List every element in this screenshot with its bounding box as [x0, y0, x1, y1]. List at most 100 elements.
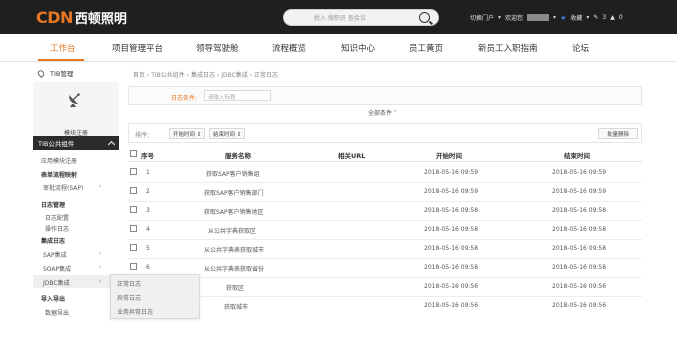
- top-header: CDN 西顿照明 姓入 搜职员 查会议 切换门户 ▾ 欢迎您 ▾ ★ 收藏 ▾ …: [0, 0, 677, 34]
- cell-start: 2018-05-16 09:56: [424, 302, 479, 309]
- cell-service-name: 获取城市: [224, 304, 249, 311]
- sort-start-time-button[interactable]: 开始时间 ⇕: [169, 128, 206, 139]
- col-end-time: 结束时间: [564, 152, 590, 160]
- table-row[interactable]: 1 获取SAP客户销售组 2018-05-16 09:59 2018-05-16…: [128, 164, 642, 183]
- batch-delete-button[interactable]: 批量删除: [598, 128, 638, 139]
- company-logo[interactable]: CDN 西顿照明: [36, 7, 127, 27]
- nav-directory[interactable]: 员工黄页: [409, 42, 443, 54]
- sidebar-item-op-log[interactable]: 操作日志: [45, 224, 69, 233]
- nav-forum[interactable]: 论坛: [572, 42, 589, 54]
- table-row[interactable]: 4 从公共字典获取区 2018-05-16 09:58 2018-05-16 0…: [128, 221, 642, 240]
- cell-no: 5: [146, 245, 150, 252]
- sort-end-time-button[interactable]: 结束时间 ⇕: [209, 128, 246, 139]
- breadcrumb[interactable]: 首页 › TIB公共组件 › 集成日志 › JDBC集成 › 正常日志: [133, 70, 278, 79]
- chevron-down-icon: ▾: [586, 14, 590, 21]
- main-nav: 工作台 项目管理平台 领导驾驶舱 流程概览 知识中心 员工黄页 新员工入职指南 …: [0, 34, 677, 62]
- all-conditions-toggle[interactable]: 全部条件 ˅: [368, 108, 397, 117]
- edit-count: 3: [602, 14, 607, 21]
- nav-process-overview[interactable]: 流程概览: [272, 42, 306, 54]
- logo-letters: CDN: [36, 7, 73, 27]
- welcome-text: 欢迎您: [505, 15, 524, 22]
- cell-end: 2018-05-16 09:58: [552, 264, 607, 271]
- col-start-time: 开始时间: [436, 152, 462, 160]
- chevron-right-icon: ›: [99, 278, 102, 285]
- filter-title-input[interactable]: 请输入标题: [204, 90, 271, 101]
- portal-switch[interactable]: 切换门户: [470, 13, 494, 22]
- nav-leader-cockpit[interactable]: 领导驾驶舱: [196, 42, 239, 54]
- cell-end: 2018-05-16 09:58: [552, 245, 607, 252]
- nav-onboarding[interactable]: 新员工入职指南: [478, 42, 538, 54]
- bell-icon[interactable]: ▲: [610, 14, 615, 21]
- search-placeholder: 姓入 搜职员 查会议: [314, 15, 366, 22]
- satellite-dish-icon: [69, 93, 80, 107]
- cell-service-name: 获取SAP客户销售地区: [204, 209, 264, 216]
- table-row[interactable]: 2 获取SAP客户销售部门 2018-05-16 09:59 2018-05-1…: [128, 183, 642, 202]
- group-label: TIB公共组件: [38, 140, 75, 148]
- sidebar-item-app-register[interactable]: 应用模块注册: [41, 156, 77, 165]
- table-row[interactable]: 3 获取SAP客户销售地区 2018-05-16 09:58 2018-05-1…: [128, 202, 642, 221]
- row-checkbox[interactable]: [130, 168, 137, 175]
- module-register-tile[interactable]: 模块注册: [33, 82, 119, 144]
- sidebar-item-sap-integration[interactable]: SAP集成 ›: [43, 250, 101, 259]
- nav-workbench[interactable]: 工作台: [50, 42, 76, 54]
- table-header: 序号 服务名称 相关URL 开始时间 结束时间: [128, 147, 642, 162]
- search-input[interactable]: 姓入 搜职员 查会议: [283, 9, 439, 26]
- cell-no: 6: [146, 264, 150, 271]
- nav-project-platform[interactable]: 项目管理平台: [112, 42, 163, 54]
- favorites-menu[interactable]: 收藏: [570, 13, 582, 22]
- cell-end: 2018-05-16 09:58: [552, 207, 607, 214]
- logo-text: 西顿照明: [74, 11, 127, 27]
- sidebar-group-tib-components[interactable]: TIB公共组件: [33, 136, 119, 150]
- col-service-name: 服务名称: [225, 152, 251, 160]
- table-row[interactable]: 获取城市 2018-05-16 09:56 2018-05-16 09:56: [128, 297, 642, 316]
- cell-start: 2018-05-16 09:58: [424, 264, 479, 271]
- sidebar-section-log-mgmt: 日志管理: [41, 202, 66, 209]
- cell-start: 2018-05-16 09:58: [424, 207, 479, 214]
- sidebar-item-jdbc-integration[interactable]: JDBC集成 ›: [43, 278, 101, 287]
- cell-start: 2018-05-16 09:56: [424, 283, 479, 290]
- table-row[interactable]: 5 从公共字典表获取城市 2018-05-16 09:58 2018-05-16…: [128, 240, 642, 259]
- edit-icon[interactable]: ✎: [593, 14, 598, 21]
- sidebar-section-form-mapping: 表单流程映射: [41, 172, 78, 179]
- select-all-checkbox[interactable]: [130, 150, 137, 157]
- filter-label: 日志条件:: [171, 95, 198, 102]
- sidebar: TIB管理 模块注册 TIB公共组件 应用模块注册 表单流程映射 审批流程(SA…: [33, 66, 119, 334]
- cell-no: 1: [146, 169, 150, 176]
- nav-active-indicator: [38, 59, 84, 61]
- cell-end: 2018-05-16 09:58: [552, 226, 607, 233]
- sidebar-header: TIB管理: [33, 66, 119, 80]
- cell-service-name: 从公共字典获取区: [208, 228, 257, 235]
- sort-label: 排序:: [135, 132, 150, 139]
- cell-end: 2018-05-16 09:59: [552, 169, 607, 176]
- nav-knowledge[interactable]: 知识中心: [341, 42, 375, 54]
- table-row[interactable]: 获取区 2018-05-16 09:56 2018-05-16 09:56: [128, 278, 642, 297]
- row-checkbox[interactable]: [130, 225, 137, 232]
- item-label: JDBC集成: [43, 280, 70, 287]
- row-checkbox[interactable]: [130, 187, 137, 194]
- location-pin-icon: [36, 68, 46, 78]
- cell-start: 2018-05-16 09:58: [424, 226, 479, 233]
- cell-no: 2: [146, 188, 150, 195]
- chevron-right-icon: ›: [99, 264, 102, 271]
- row-checkbox[interactable]: [130, 244, 137, 251]
- cell-end: 2018-05-16 09:56: [552, 283, 607, 290]
- sidebar-section-integration-log: 集成日志: [41, 238, 66, 245]
- cell-no: 3: [146, 207, 150, 214]
- chevron-right-icon: ›: [99, 250, 102, 257]
- search-icon[interactable]: [419, 12, 430, 23]
- cell-end: 2018-05-16 09:56: [552, 302, 607, 309]
- sidebar-item-data-export[interactable]: 数据导出: [45, 308, 69, 317]
- sidebar-item-soap-integration[interactable]: SOAP集成 ›: [43, 264, 101, 273]
- cell-start: 2018-05-16 09:59: [424, 188, 479, 195]
- table-row[interactable]: 6 从公共字典表获取省份 2018-05-16 09:58 2018-05-16…: [128, 259, 642, 278]
- cell-service-name: 从公共字典表获取省份: [204, 266, 265, 273]
- cell-service-name: 获取区: [226, 285, 245, 292]
- row-checkbox[interactable]: [130, 206, 137, 213]
- chevron-down-icon: ▾: [498, 14, 502, 21]
- sidebar-item-log-config[interactable]: 日志配置: [45, 213, 69, 222]
- row-checkbox[interactable]: [130, 263, 137, 270]
- user-name-masked[interactable]: [527, 14, 550, 21]
- header-user-area: 切换门户 ▾ 欢迎您 ▾ ★ 收藏 ▾ ✎ 3 ▲ 0: [470, 13, 623, 23]
- col-url: 相关URL: [338, 152, 366, 160]
- sidebar-item-sap-approval[interactable]: 审批流程(SAP) ›: [43, 183, 101, 192]
